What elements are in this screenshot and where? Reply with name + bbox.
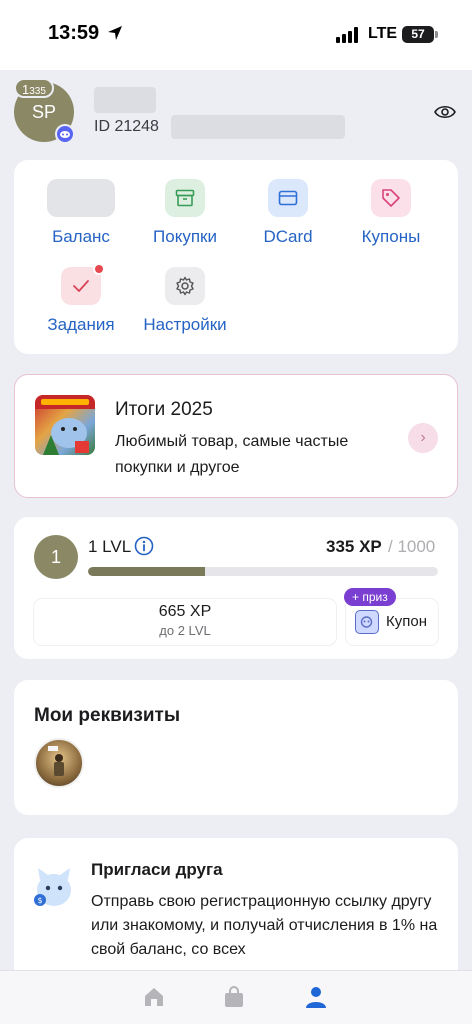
requisites-title: Мои реквизиты — [34, 705, 181, 726]
menu-label-balance: Баланс — [52, 227, 110, 246]
xp-total: / 1000 — [388, 537, 436, 556]
discord-icon — [55, 124, 75, 144]
menu-item-dcard[interactable]: DCard — [238, 179, 338, 247]
xp-remaining-box: 665 XP до 2 LVL — [34, 599, 336, 645]
gear-icon — [165, 267, 205, 305]
coupon-icon — [355, 610, 379, 634]
tag-icon — [371, 179, 411, 217]
user-id: ID 21248 — [94, 118, 159, 135]
home-icon[interactable] — [142, 985, 166, 1009]
menu-label-dcard: DCard — [263, 227, 313, 246]
status-time: 13:59 — [48, 22, 100, 44]
xp-current: 335 XP — [326, 537, 382, 556]
notification-dot — [93, 263, 105, 275]
level-pill: 1335 — [14, 78, 54, 98]
results-banner-image — [35, 395, 95, 455]
prize-label: Купон — [386, 613, 427, 630]
menu-card: Баланс Покупки DCard Купоны Задания Наст… — [14, 160, 458, 354]
level-badge: 1 — [34, 535, 78, 579]
username-hidden — [94, 87, 156, 113]
menu-item-settings[interactable]: Настройки — [135, 267, 235, 335]
bag-icon[interactable] — [222, 985, 246, 1009]
card-icon — [268, 179, 308, 217]
id-hidden — [171, 115, 345, 139]
signal-icon — [336, 27, 358, 43]
level-label: 1 LVL — [88, 537, 132, 556]
invite-title: Пригласи друга — [91, 860, 223, 879]
info-icon[interactable] — [134, 536, 154, 556]
level-pill-xp: 335 — [29, 86, 46, 97]
xp-progress-fill — [88, 567, 206, 576]
xp-progress-bar — [88, 567, 438, 576]
location-arrow-icon — [108, 26, 122, 40]
results-2025-card[interactable]: Итоги 2025 Любимый товар, самые частые п… — [14, 374, 458, 498]
menu-label-purchases: Покупки — [153, 227, 217, 246]
bottom-tab-bar — [0, 970, 472, 1024]
check-icon — [61, 263, 105, 305]
menu-item-coupons[interactable]: Купоны — [341, 179, 441, 247]
balance-icon — [47, 179, 115, 217]
results-title: Итоги 2025 — [115, 399, 213, 420]
requisites-card: Мои реквизиты — [14, 680, 458, 815]
prize-badge: + приз — [344, 588, 396, 606]
eye-icon[interactable] — [434, 104, 456, 120]
profile-icon[interactable] — [304, 985, 328, 1009]
menu-label-coupons: Купоны — [361, 227, 421, 246]
prize-box[interactable]: + приз Купон — [344, 588, 438, 645]
requisite-game-avatar[interactable] — [34, 738, 84, 788]
profile-header: SP 1335 ID 21248 — [0, 70, 472, 160]
menu-label-settings: Настройки — [143, 315, 227, 334]
menu-label-tasks: Задания — [47, 315, 115, 334]
xp-remaining-value: 665 XP — [158, 603, 212, 620]
network-type: LTE — [368, 25, 398, 42]
archive-icon — [165, 179, 205, 217]
chevron-right-icon[interactable]: › — [408, 423, 438, 453]
battery-icon: 57 — [402, 26, 438, 43]
menu-item-balance[interactable]: Баланс — [31, 179, 131, 247]
menu-item-tasks[interactable]: Задания — [31, 263, 131, 335]
cat-mascot-icon: $ — [34, 866, 74, 910]
invite-text: Отправь свою регистрационную ссылку друг… — [91, 893, 438, 958]
menu-item-purchases[interactable]: Покупки — [135, 179, 235, 247]
level-card: 1 1 LVL 335 XP / 1000 665 XP до 2 LVL + … — [14, 517, 458, 659]
next-level-label: до 2 LVL — [159, 623, 211, 638]
svg-text:$: $ — [37, 896, 42, 905]
results-description: Любимый товар, самые частые покупки и др… — [115, 433, 349, 476]
status-bar: 13:59 LTE 57 — [0, 0, 472, 70]
